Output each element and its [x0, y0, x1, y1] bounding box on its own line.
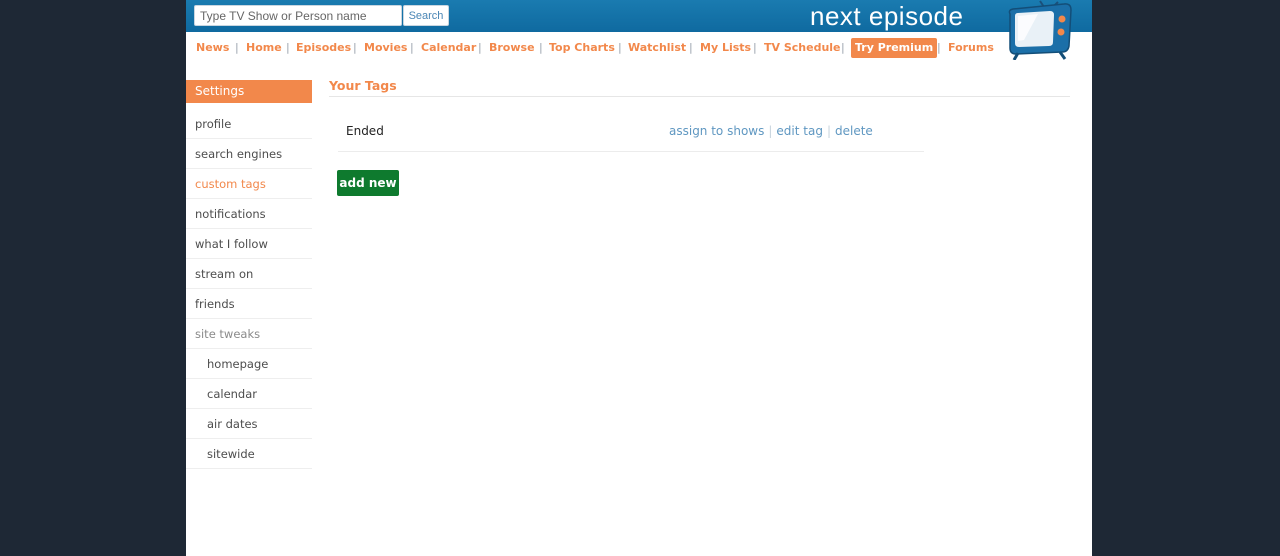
nav-separator: | — [618, 41, 622, 54]
site-logo-text[interactable]: next episode — [810, 0, 963, 32]
action-separator: | — [826, 124, 831, 138]
nav-news[interactable]: News — [196, 41, 229, 54]
nav-separator: | — [286, 41, 290, 54]
settings-sidebar: Settings profile search engines custom t… — [186, 80, 312, 469]
nav-separator: | — [539, 41, 543, 54]
sidebar-list: profile search engines custom tags notif… — [186, 109, 312, 469]
nav-forums[interactable]: Forums — [948, 41, 994, 54]
sidebar-title: Settings — [186, 80, 312, 103]
sidebar-item-notifications[interactable]: notifications — [186, 199, 312, 229]
delete-tag-link[interactable]: delete — [835, 124, 873, 138]
nav-separator: | — [937, 41, 941, 54]
sidebar-item-stream-on[interactable]: stream on — [186, 259, 312, 289]
page-title: Your Tags — [329, 78, 1070, 97]
nav-browse[interactable]: Browse — [489, 41, 535, 54]
nav-episodes[interactable]: Episodes — [296, 41, 351, 54]
nav-top-charts[interactable]: Top Charts — [549, 41, 615, 54]
sidebar-item-profile[interactable]: profile — [186, 109, 312, 139]
nav-separator: | — [410, 41, 414, 54]
sidebar-item-homepage[interactable]: homepage — [186, 349, 312, 379]
nav-my-lists[interactable]: My Lists — [700, 41, 751, 54]
nav-separator: | — [841, 41, 845, 54]
edit-tag-link[interactable]: edit tag — [776, 124, 823, 138]
tag-row: Ended assign to shows | edit tag | delete — [338, 113, 924, 152]
sidebar-item-search-engines[interactable]: search engines — [186, 139, 312, 169]
nav-separator: | — [689, 41, 693, 54]
nav-tv-schedule[interactable]: TV Schedule — [764, 41, 841, 54]
nav-calendar[interactable]: Calendar — [421, 41, 476, 54]
nav-watchlist[interactable]: Watchlist — [628, 41, 686, 54]
nav-separator: | — [478, 41, 482, 54]
add-new-tag-button[interactable]: add new — [337, 170, 399, 196]
nav-separator: | — [353, 41, 357, 54]
sidebar-item-air-dates[interactable]: air dates — [186, 409, 312, 439]
nav-try-premium[interactable]: Try Premium — [851, 38, 938, 58]
nav-separator: | — [753, 41, 757, 54]
sidebar-item-what-i-follow[interactable]: what I follow — [186, 229, 312, 259]
site-header: Search next episode — [186, 0, 1092, 32]
search-input[interactable] — [194, 5, 402, 26]
main-nav: News | Home | Episodes | Movies | Calend… — [186, 38, 1092, 58]
sidebar-item-sitewide[interactable]: sitewide — [186, 439, 312, 469]
tag-actions: assign to shows | edit tag | delete — [669, 124, 873, 138]
nav-separator: | — [235, 41, 239, 54]
search-button[interactable]: Search — [403, 5, 449, 26]
action-separator: | — [768, 124, 773, 138]
nav-home[interactable]: Home — [246, 41, 282, 54]
sidebar-item-friends[interactable]: friends — [186, 289, 312, 319]
assign-to-shows-link[interactable]: assign to shows — [669, 124, 764, 138]
sidebar-group-site-tweaks: site tweaks — [186, 319, 312, 349]
sidebar-item-custom-tags[interactable]: custom tags — [186, 169, 312, 199]
nav-movies[interactable]: Movies — [364, 41, 407, 54]
sidebar-item-calendar[interactable]: calendar — [186, 379, 312, 409]
tag-name: Ended — [346, 124, 384, 138]
page: Search next episode News | Home | Episod… — [186, 0, 1092, 556]
